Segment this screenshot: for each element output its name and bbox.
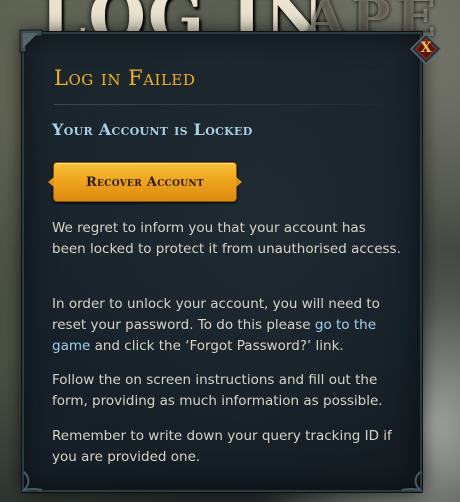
divider (54, 104, 399, 105)
locked-explanation-text: We regret to inform you that your accoun… (52, 220, 401, 257)
unlock-text-after: and click the ‘Forgot Password?’ link. (90, 338, 344, 354)
corner-ornament-icon (398, 468, 424, 494)
corner-ornament-icon (18, 28, 44, 54)
locked-subheading: Your Account is Locked (52, 120, 253, 139)
button-arrow-left-icon (48, 177, 54, 187)
close-label: X (420, 40, 432, 56)
button-arrow-right-icon (236, 177, 242, 187)
login-failed-dialog (19, 29, 424, 494)
unlock-instructions-text: In order to unlock your account, you wil… (52, 294, 402, 357)
follow-instructions-text: Follow the on screen instructions and fi… (52, 372, 383, 409)
dialog-title: Log in Failed (54, 66, 196, 90)
recover-account-button[interactable]: Recover Account (48, 162, 242, 202)
close-button[interactable]: X (410, 33, 442, 65)
tracking-id-reminder-text: Remember to write down your query tracki… (52, 428, 392, 465)
corner-ornament-icon (20, 468, 46, 494)
recover-account-label: Recover Account (86, 174, 204, 190)
